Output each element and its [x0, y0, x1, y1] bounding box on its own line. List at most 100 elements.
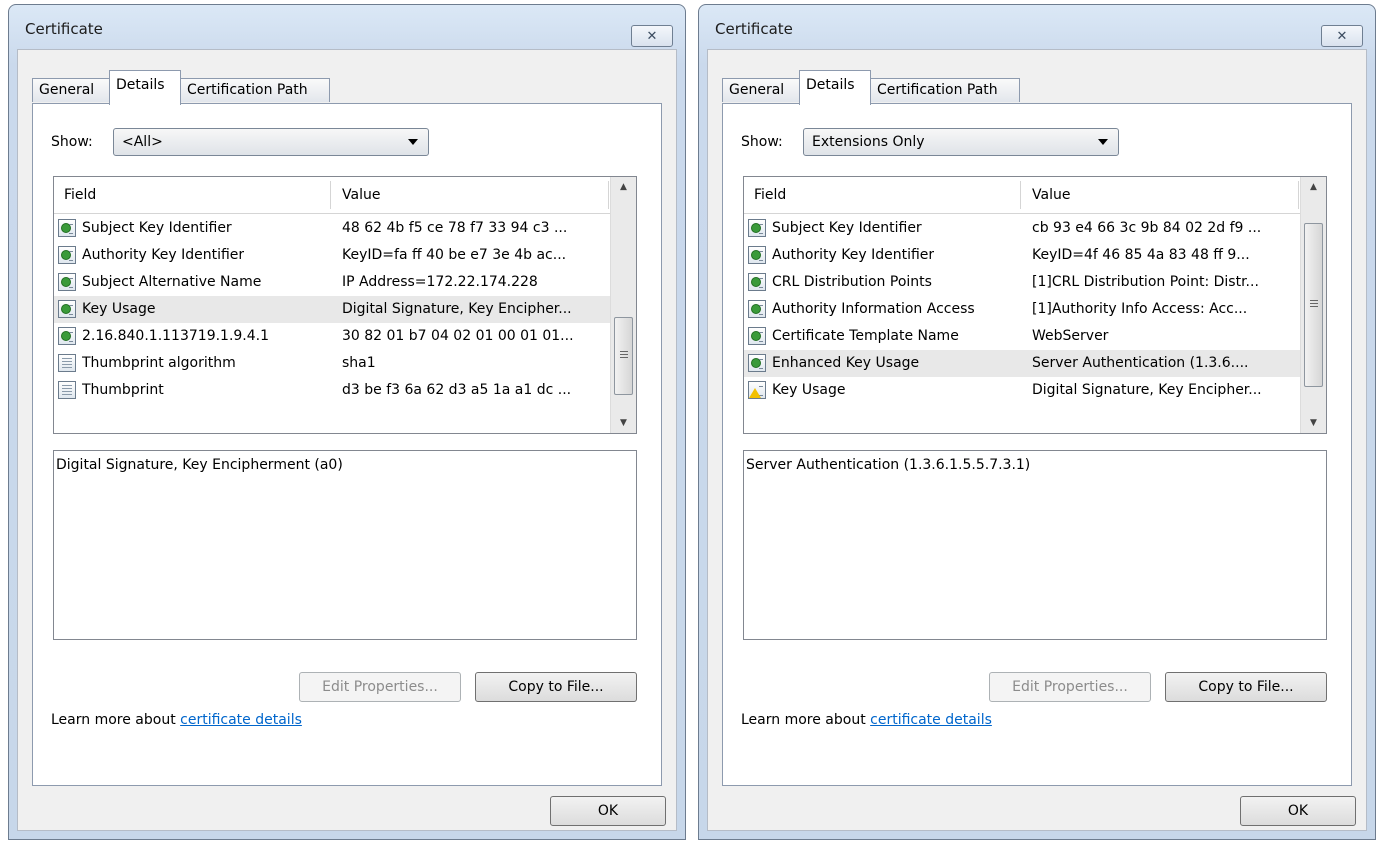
list-item[interactable]: Subject Key Identifier cb 93 e4 66 3c 9b…: [744, 215, 1300, 242]
scroll-up-icon[interactable]: ▲: [611, 177, 636, 197]
show-dropdown[interactable]: <All>: [113, 128, 429, 156]
details-panel: Show: Extensions Only Field Value Subjec…: [722, 103, 1352, 786]
vertical-scrollbar[interactable]: ▲ ▼: [610, 177, 636, 433]
details-panel: Show: <All> Field Value Subject Key Iden…: [32, 103, 662, 786]
field-name: Key Usage: [772, 382, 846, 398]
chevron-down-icon: [408, 139, 418, 145]
extension-icon: [748, 354, 766, 372]
field-name: Subject Alternative Name: [82, 274, 262, 290]
learn-more-text: Learn more about: [51, 712, 176, 728]
tab-certification-path[interactable]: Certification Path: [870, 78, 1020, 102]
field-value: [1]CRL Distribution Point: Distr...: [1032, 274, 1259, 290]
close-button[interactable]: ✕: [1321, 25, 1363, 47]
window-title: Certificate: [25, 20, 103, 38]
list-item[interactable]: Authority Key Identifier KeyID=fa ff 40 …: [54, 242, 610, 269]
column-header-field[interactable]: Field: [744, 177, 786, 213]
tab-general[interactable]: General: [32, 78, 110, 102]
dialog-client-area: General Details Certification Path Show:…: [707, 49, 1367, 831]
learn-more: Learn more about certificate details: [51, 712, 302, 728]
scroll-up-icon[interactable]: ▲: [1301, 177, 1326, 197]
list-item-selected[interactable]: Enhanced Key Usage Server Authentication…: [744, 350, 1300, 377]
show-dropdown-value: Extensions Only: [812, 134, 925, 150]
field-value: IP Address=172.22.174.228: [342, 274, 538, 290]
vertical-scrollbar[interactable]: ▲ ▼: [1300, 177, 1326, 433]
scroll-down-icon[interactable]: ▼: [611, 413, 636, 433]
extension-icon: [58, 273, 76, 291]
close-icon: ✕: [646, 28, 658, 44]
property-icon: [58, 381, 76, 399]
column-header-value[interactable]: Value: [1022, 177, 1070, 213]
list-item[interactable]: Key Usage Digital Signature, Key Enciphe…: [744, 377, 1300, 404]
field-name: Thumbprint: [82, 382, 164, 398]
learn-more-text: Learn more about: [741, 712, 866, 728]
scroll-down-icon[interactable]: ▼: [1301, 413, 1326, 433]
extension-icon: [748, 246, 766, 264]
list-item[interactable]: Certificate Template Name WebServer: [744, 323, 1300, 350]
list-item[interactable]: CRL Distribution Points [1]CRL Distribut…: [744, 269, 1300, 296]
certificate-details-link[interactable]: certificate details: [870, 712, 992, 728]
extension-icon: [748, 327, 766, 345]
scroll-thumb[interactable]: [1304, 223, 1323, 387]
scroll-thumb[interactable]: [614, 317, 633, 395]
show-dropdown[interactable]: Extensions Only: [803, 128, 1119, 156]
tab-details[interactable]: Details: [799, 70, 871, 105]
list-header: Field Value: [54, 177, 610, 214]
field-value: d3 be f3 6a 62 d3 a5 1a a1 dc ...: [342, 382, 572, 398]
field-name: Enhanced Key Usage: [772, 355, 920, 371]
edit-properties-button[interactable]: Edit Properties...: [299, 672, 461, 702]
ok-button[interactable]: OK: [550, 796, 666, 826]
show-label: Show:: [741, 134, 783, 150]
field-value: Digital Signature, Key Encipher...: [1032, 382, 1262, 398]
property-icon: [58, 354, 76, 372]
field-value: cb 93 e4 66 3c 9b 84 02 2d f9 ...: [1032, 220, 1262, 236]
list-item[interactable]: Subject Key Identifier 48 62 4b f5 ce 78…: [54, 215, 610, 242]
window-title: Certificate: [715, 20, 793, 38]
dialog-client-area: General Details Certification Path Show:…: [17, 49, 677, 831]
extension-icon: [58, 246, 76, 264]
field-name: 2.16.840.1.113719.1.9.4.1: [82, 328, 270, 344]
list-item-selected[interactable]: Key Usage Digital Signature, Key Enciphe…: [54, 296, 610, 323]
extension-icon: [748, 300, 766, 318]
list-item[interactable]: Thumbprint d3 be f3 6a 62 d3 a5 1a a1 dc…: [54, 377, 610, 404]
title-bar: Certificate ✕: [9, 5, 685, 47]
list-item[interactable]: Authority Information Access [1]Authorit…: [744, 296, 1300, 323]
field-name: Authority Key Identifier: [82, 247, 245, 263]
field-detail-box[interactable]: Server Authentication (1.3.6.1.5.5.7.3.1…: [743, 450, 1327, 640]
list-item[interactable]: 2.16.840.1.113719.1.9.4.1 30 82 01 b7 04…: [54, 323, 610, 350]
extension-icon: [748, 273, 766, 291]
column-header-value[interactable]: Value: [332, 177, 380, 213]
list-header: Field Value: [744, 177, 1300, 214]
column-header-field[interactable]: Field: [54, 177, 96, 213]
field-value: 30 82 01 b7 04 02 01 00 01 01...: [342, 328, 574, 344]
edit-properties-button[interactable]: Edit Properties...: [989, 672, 1151, 702]
copy-to-file-button[interactable]: Copy to File...: [475, 672, 637, 702]
field-detail-box[interactable]: Digital Signature, Key Encipherment (a0): [53, 450, 637, 640]
field-name: Subject Key Identifier: [82, 220, 232, 236]
ok-button[interactable]: OK: [1240, 796, 1356, 826]
close-icon: ✕: [1336, 28, 1348, 44]
fields-list[interactable]: Field Value Subject Key Identifier cb 93…: [743, 176, 1327, 434]
list-item[interactable]: Subject Alternative Name IP Address=172.…: [54, 269, 610, 296]
tab-details[interactable]: Details: [109, 70, 181, 105]
field-value: Digital Signature, Key Encipher...: [342, 301, 572, 317]
field-name: Key Usage: [82, 301, 156, 317]
column-divider[interactable]: [330, 181, 331, 209]
extension-icon: [58, 219, 76, 237]
certificate-details-link[interactable]: certificate details: [180, 712, 302, 728]
column-divider[interactable]: [1298, 181, 1299, 209]
field-value: sha1: [342, 355, 376, 371]
column-divider[interactable]: [1020, 181, 1021, 209]
field-name: Authority Information Access: [772, 301, 975, 317]
tab-general[interactable]: General: [722, 78, 800, 102]
chevron-down-icon: [1098, 139, 1108, 145]
column-divider[interactable]: [608, 181, 609, 209]
field-name: Certificate Template Name: [772, 328, 959, 344]
tab-certification-path[interactable]: Certification Path: [180, 78, 330, 102]
list-item[interactable]: Thumbprint algorithm sha1: [54, 350, 610, 377]
list-item[interactable]: Authority Key Identifier KeyID=4f 46 85 …: [744, 242, 1300, 269]
field-name: CRL Distribution Points: [772, 274, 932, 290]
fields-list[interactable]: Field Value Subject Key Identifier 48 62…: [53, 176, 637, 434]
field-value: KeyID=4f 46 85 4a 83 48 ff 9...: [1032, 247, 1250, 263]
close-button[interactable]: ✕: [631, 25, 673, 47]
copy-to-file-button[interactable]: Copy to File...: [1165, 672, 1327, 702]
